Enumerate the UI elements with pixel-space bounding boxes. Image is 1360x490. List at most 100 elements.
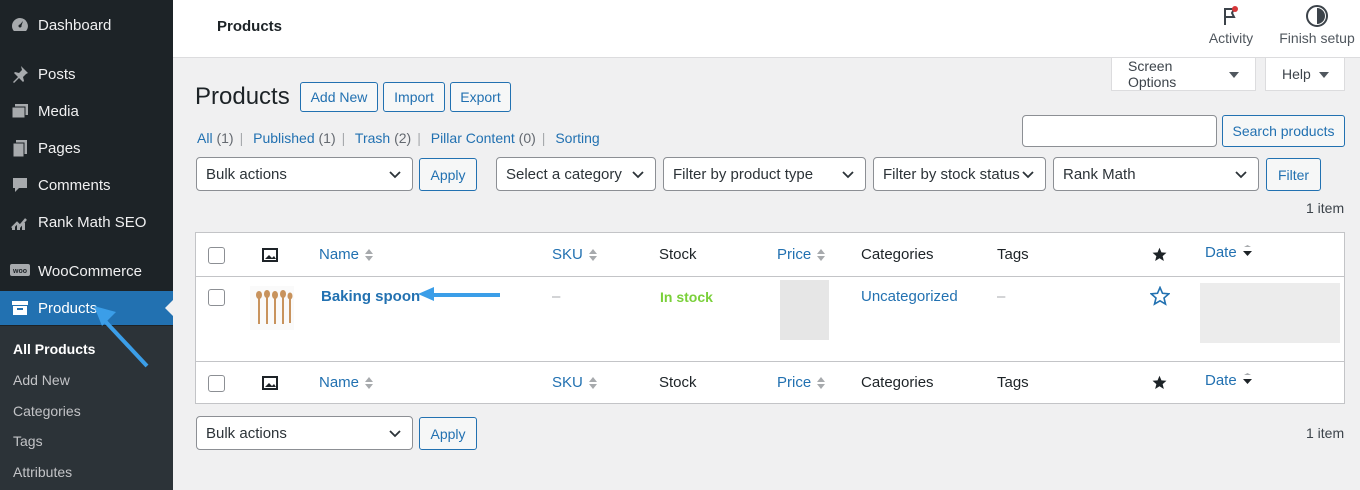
sku-value: – [552,288,561,305]
menu-label: Rank Math SEO [38,213,147,231]
tags-column-header: Tags [997,246,1029,263]
pin-icon [0,64,38,84]
price-column-header[interactable]: Price [777,246,826,263]
view-published[interactable]: Published [253,130,315,146]
view-trash[interactable]: Trash [355,130,390,146]
menu-comments[interactable]: Comments [0,168,173,202]
row-checkbox[interactable] [208,289,225,306]
menu-posts[interactable]: Posts [0,57,173,91]
search-input[interactable] [1022,115,1217,147]
menu-rank-math[interactable]: Rank Math SEO [0,205,173,239]
select-value: Bulk actions [206,424,287,442]
search-products-button[interactable]: Search products [1222,115,1345,147]
finish-setup-label: Finish setup [1279,30,1355,46]
tags-value: – [997,288,1006,305]
chevron-down-icon [631,168,645,186]
status-views: All (1) | Published (1) | Trash (2) | Pilla… [197,130,600,146]
bulk-actions-select-bottom[interactable]: Bulk actions [196,416,413,450]
name-column-header[interactable]: Name [319,246,374,263]
submenu-tags[interactable]: Tags [13,433,43,449]
select-value: Rank Math [1063,165,1136,183]
submenu-add-new[interactable]: Add New [13,372,70,388]
bulk-actions-select[interactable]: Bulk actions [196,157,413,191]
submenu-categories[interactable]: Categories [13,403,81,419]
media-icon [0,101,38,121]
menu-dashboard[interactable]: Dashboard [0,8,173,42]
menu-label: Dashboard [38,16,112,34]
rank-math-icon [0,212,38,232]
view-sorting[interactable]: Sorting [555,130,599,146]
view-pillar-content[interactable]: Pillar Content [431,130,515,146]
select-value: Filter by product type [673,165,814,183]
name-column-header[interactable]: Name [319,374,374,391]
view-count: (2) [394,130,412,146]
screen-options-button[interactable]: Screen Options [1111,58,1256,91]
help-label: Help [1282,66,1311,82]
export-button[interactable]: Export [450,82,511,112]
product-type-select[interactable]: Filter by product type [663,157,866,191]
price-value-redacted [780,280,829,340]
products-table: Name SKU Stock Price Categories Tags Dat… [195,232,1345,404]
stock-column-header: Stock [659,374,697,391]
menu-label: Media [38,102,79,120]
rank-math-select[interactable]: Rank Math [1053,157,1259,191]
apply-button-bottom[interactable]: Apply [419,417,477,450]
chevron-down-icon [388,427,402,445]
screen-options-label: Screen Options [1128,58,1177,90]
date-column-header[interactable]: Date [1205,244,1252,261]
stock-column-header: Stock [659,246,697,263]
categories-column-header: Categories [861,374,934,391]
price-column-header[interactable]: Price [777,374,826,391]
item-count-bottom: 1 item [1306,425,1345,441]
submenu-attributes[interactable]: Attributes [13,464,72,480]
sku-column-header[interactable]: SKU [552,374,597,391]
sort-icon [365,376,374,389]
tags-column-header: Tags [997,374,1029,391]
select-value: Filter by stock status [883,165,1020,183]
help-button[interactable]: Help [1265,58,1345,91]
select-all-checkbox[interactable] [208,375,225,392]
admin-sidebar: Dashboard Posts Media Pages Comments Ran… [0,0,173,490]
sort-icon [588,248,597,261]
activity-button[interactable]: Activity [1207,4,1255,46]
menu-pages[interactable]: Pages [0,131,173,165]
date-column-header[interactable]: Date [1205,372,1252,389]
view-count: (0) [518,130,536,146]
menu-label: Products [38,299,98,317]
view-all[interactable]: All [197,130,213,146]
select-value: Bulk actions [206,165,287,183]
product-name-link[interactable]: Baking spoon [321,288,420,305]
featured-star-icon[interactable] [1152,375,1167,390]
table-footer: Name SKU Stock Price Categories Tags Dat… [196,361,1344,404]
annotation-arrow-left [418,287,500,301]
caret-down-icon [1318,66,1329,82]
menu-label: Comments [38,176,111,194]
product-thumbnail[interactable] [250,286,294,330]
add-new-button[interactable]: Add New [300,82,378,112]
sku-column-header[interactable]: SKU [552,246,597,263]
import-button[interactable]: Import [383,82,445,112]
finish-setup-button[interactable]: Finish setup [1279,4,1355,46]
header-title: Products [217,18,283,35]
woo-icon: woo [0,263,38,279]
menu-media[interactable]: Media [0,94,173,128]
apply-button[interactable]: Apply [419,158,477,191]
featured-star-outline-icon[interactable] [1150,286,1170,306]
chevron-down-icon [841,168,855,186]
flag-icon [1221,5,1241,30]
item-count: 1 item [1306,200,1345,216]
table-row: Baking spoon – In stock Uncategorized – [196,277,1344,361]
date-value-redacted [1200,283,1340,343]
filter-button[interactable]: Filter [1266,158,1321,191]
activity-label: Activity [1208,30,1254,46]
category-link[interactable]: Uncategorized [861,288,958,305]
menu-woocommerce[interactable]: woo WooCommerce [0,254,173,288]
table-header: Name SKU Stock Price Categories Tags Dat… [196,233,1344,277]
chevron-down-icon [1021,168,1035,186]
featured-star-icon[interactable] [1152,247,1167,262]
chevron-down-icon [388,168,402,186]
category-select[interactable]: Select a category [496,157,656,191]
select-all-checkbox[interactable] [208,247,225,264]
submenu-all-products[interactable]: All Products [13,341,95,357]
stock-status-select[interactable]: Filter by stock status [873,157,1046,191]
